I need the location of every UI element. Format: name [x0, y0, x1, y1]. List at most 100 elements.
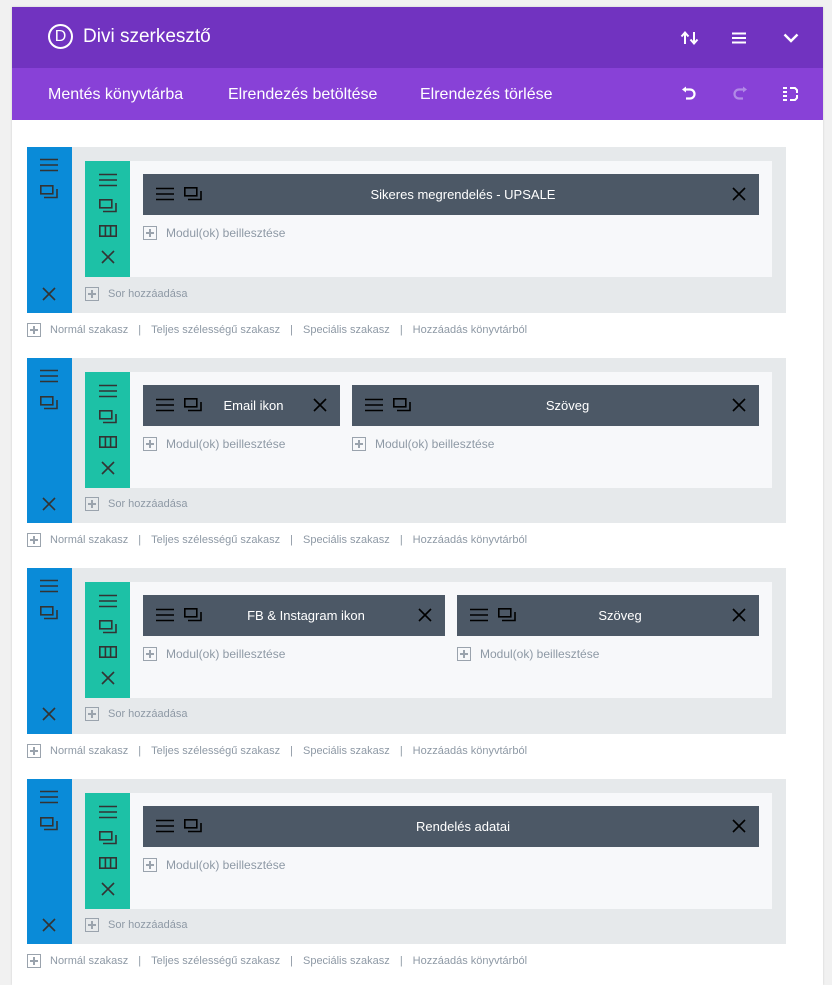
delete-row-icon[interactable]	[96, 877, 120, 901]
module-settings-icon[interactable]	[181, 182, 205, 206]
add-module-button[interactable]: Modul(ok) beillesztése	[352, 435, 494, 453]
plus-icon	[27, 744, 41, 758]
module[interactable]: Szöveg	[352, 385, 759, 426]
fullwidth-section-link[interactable]: Teljes szélességű szakasz	[151, 534, 280, 546]
add-from-library-link[interactable]: Hozzáadás könyvtárból	[413, 324, 527, 336]
redo-icon[interactable]	[727, 81, 753, 107]
add-row-label: Sor hozzáadása	[108, 288, 188, 300]
save-to-library-button[interactable]: Mentés könyvtárba	[48, 84, 183, 106]
module-settings-icon[interactable]	[181, 814, 205, 838]
columns-icon[interactable]	[96, 430, 120, 454]
section-settings-icon[interactable]	[37, 391, 61, 415]
drag-handle-icon[interactable]	[37, 574, 61, 598]
fullwidth-section-link[interactable]: Teljes szélességű szakasz	[151, 955, 280, 967]
normal-section-link[interactable]: Normál szakasz	[50, 324, 128, 336]
delete-section-icon[interactable]	[37, 702, 61, 726]
special-section-link[interactable]: Speciális szakasz	[303, 745, 390, 757]
module[interactable]: Sikeres megrendelés - UPSALE	[143, 174, 759, 215]
special-section-link[interactable]: Speciális szakasz	[303, 955, 390, 967]
add-from-library-link[interactable]: Hozzáadás könyvtárból	[413, 745, 527, 757]
delete-section-icon[interactable]	[37, 282, 61, 306]
normal-section-link[interactable]: Normál szakasz	[50, 745, 128, 757]
hamburger-menu-icon[interactable]	[726, 25, 752, 51]
row-settings-icon[interactable]	[96, 194, 120, 218]
add-row-button[interactable]: Sor hozzáadása	[85, 285, 188, 303]
fullwidth-section-link[interactable]: Teljes szélességű szakasz	[151, 745, 280, 757]
drag-handle-icon[interactable]	[153, 393, 177, 417]
drag-handle-icon[interactable]	[37, 785, 61, 809]
add-module-label: Modul(ok) beillesztése	[166, 858, 286, 872]
separator: |	[399, 955, 403, 967]
delete-module-icon[interactable]	[727, 814, 751, 838]
history-icon[interactable]	[777, 81, 803, 107]
delete-row-icon[interactable]	[96, 666, 120, 690]
drag-handle-icon[interactable]	[96, 589, 120, 613]
module-settings-icon[interactable]	[181, 603, 205, 627]
section-settings-icon[interactable]	[37, 601, 61, 625]
special-section-link[interactable]: Speciális szakasz	[303, 534, 390, 546]
fullwidth-section-link[interactable]: Teljes szélességű szakasz	[151, 324, 280, 336]
plus-icon	[27, 533, 41, 547]
load-layout-button[interactable]: Elrendezés betöltése	[228, 84, 377, 106]
section-handle	[27, 779, 72, 944]
row-handle	[85, 161, 130, 277]
drag-handle-icon[interactable]	[96, 379, 120, 403]
sort-arrows-icon[interactable]	[677, 25, 703, 51]
section: FB & Instagram ikon Szöveg Modul(ok) bei…	[27, 568, 786, 734]
drag-handle-icon[interactable]	[153, 182, 177, 206]
module[interactable]: Email ikon	[143, 385, 340, 426]
delete-row-icon[interactable]	[96, 456, 120, 480]
plus-icon	[27, 954, 41, 968]
module-settings-icon[interactable]	[181, 393, 205, 417]
clear-layout-button[interactable]: Elrendezés törlése	[420, 84, 553, 106]
add-from-library-link[interactable]: Hozzáadás könyvtárból	[413, 534, 527, 546]
columns-icon[interactable]	[96, 640, 120, 664]
module-settings-icon[interactable]	[390, 393, 414, 417]
row-settings-icon[interactable]	[96, 826, 120, 850]
normal-section-link[interactable]: Normál szakasz	[50, 955, 128, 967]
drag-handle-icon[interactable]	[153, 603, 177, 627]
drag-handle-icon[interactable]	[153, 814, 177, 838]
add-from-library-link[interactable]: Hozzáadás könyvtárból	[413, 955, 527, 967]
delete-section-icon[interactable]	[37, 913, 61, 937]
chevron-down-icon[interactable]	[778, 25, 804, 51]
section-settings-icon[interactable]	[37, 180, 61, 204]
add-row-label: Sor hozzáadása	[108, 919, 188, 931]
delete-module-icon[interactable]	[308, 393, 332, 417]
add-module-button[interactable]: Modul(ok) beillesztése	[143, 645, 285, 663]
undo-icon[interactable]	[676, 81, 702, 107]
delete-module-icon[interactable]	[727, 603, 751, 627]
delete-row-icon[interactable]	[96, 245, 120, 269]
add-module-button[interactable]: Modul(ok) beillesztése	[457, 645, 599, 663]
drag-handle-icon[interactable]	[37, 364, 61, 388]
add-module-button[interactable]: Modul(ok) beillesztése	[143, 856, 285, 874]
drag-handle-icon[interactable]	[96, 800, 120, 824]
drag-handle-icon[interactable]	[362, 393, 386, 417]
delete-module-icon[interactable]	[727, 182, 751, 206]
module[interactable]: Szöveg	[457, 595, 759, 636]
add-module-button[interactable]: Modul(ok) beillesztése	[143, 224, 285, 242]
module[interactable]: FB & Instagram ikon	[143, 595, 445, 636]
row-settings-icon[interactable]	[96, 615, 120, 639]
columns-icon[interactable]	[96, 851, 120, 875]
module-title: Email ikon	[223, 398, 284, 413]
special-section-link[interactable]: Speciális szakasz	[303, 324, 390, 336]
plus-icon	[352, 437, 366, 451]
module[interactable]: Rendelés adatai	[143, 806, 759, 847]
section-settings-icon[interactable]	[37, 812, 61, 836]
drag-handle-icon[interactable]	[37, 153, 61, 177]
drag-handle-icon[interactable]	[96, 168, 120, 192]
add-module-button[interactable]: Modul(ok) beillesztése	[143, 435, 285, 453]
add-row-button[interactable]: Sor hozzáadása	[85, 705, 188, 723]
add-section-bar: Normál szakasz | Teljes szélességű szaka…	[27, 742, 527, 760]
module-settings-icon[interactable]	[495, 603, 519, 627]
add-row-button[interactable]: Sor hozzáadása	[85, 916, 188, 934]
delete-module-icon[interactable]	[727, 393, 751, 417]
add-row-button[interactable]: Sor hozzáadása	[85, 495, 188, 513]
columns-icon[interactable]	[96, 219, 120, 243]
normal-section-link[interactable]: Normál szakasz	[50, 534, 128, 546]
delete-section-icon[interactable]	[37, 492, 61, 516]
drag-handle-icon[interactable]	[467, 603, 491, 627]
delete-module-icon[interactable]	[413, 603, 437, 627]
row-settings-icon[interactable]	[96, 405, 120, 429]
